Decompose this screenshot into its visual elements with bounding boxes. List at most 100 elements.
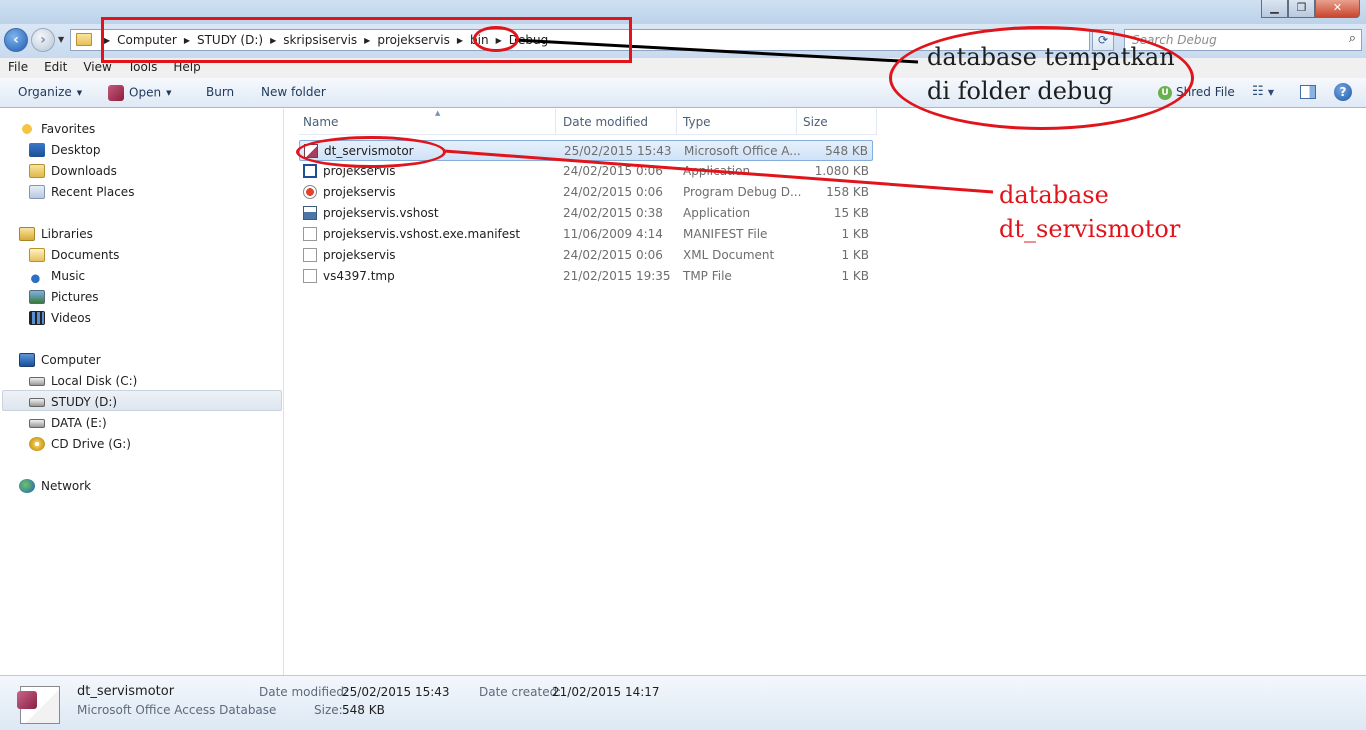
nav-data-e-label: DATA (E:) xyxy=(51,416,107,430)
preview-pane-button[interactable] xyxy=(1300,85,1316,99)
close-button[interactable]: ✕ xyxy=(1315,0,1360,18)
details-size-label: Size: xyxy=(314,703,343,717)
file-row[interactable]: vs4397.tmp 21/02/2015 19:35 TMP File 1 K… xyxy=(299,266,873,287)
recent-pages-chevron-icon[interactable]: ▼ xyxy=(58,35,64,44)
nav-computer[interactable]: Computer xyxy=(19,350,101,370)
xml-file-icon xyxy=(303,248,317,262)
burn-button[interactable]: Burn xyxy=(206,85,234,99)
views-icon: ☷ xyxy=(1252,84,1264,99)
nav-pictures[interactable]: Pictures xyxy=(29,287,99,307)
chevron-down-icon: ▼ xyxy=(1267,88,1274,97)
new-folder-button[interactable]: New folder xyxy=(261,85,326,99)
star-icon xyxy=(19,122,35,136)
downloads-folder-icon xyxy=(29,164,45,178)
nav-local-disk-c-label: Local Disk (C:) xyxy=(51,374,138,388)
nav-favorites[interactable]: Favorites xyxy=(19,119,95,139)
file-row[interactable]: projekservis 24/02/2015 0:06 Program Deb… xyxy=(299,182,873,203)
column-date-modified[interactable]: Date modified xyxy=(563,115,648,129)
open-label: Open xyxy=(129,85,162,100)
file-type: XML Document xyxy=(683,248,775,262)
maximize-button[interactable]: ❐ xyxy=(1288,0,1315,18)
nav-music[interactable]: Music xyxy=(29,266,85,286)
back-button[interactable]: ‹ xyxy=(4,28,28,52)
details-date-created-label: Date created: xyxy=(479,685,562,699)
file-size: 158 KB xyxy=(826,185,869,199)
nav-study-d[interactable]: STUDY (D:) xyxy=(29,392,117,412)
nav-network[interactable]: Network xyxy=(19,476,91,496)
chevron-down-icon[interactable]: ▼ xyxy=(166,89,171,97)
menu-edit[interactable]: Edit xyxy=(36,58,75,78)
nav-local-disk-c[interactable]: Local Disk (C:) xyxy=(29,371,137,391)
annotation-folder-note-line2: di folder debug xyxy=(927,77,1114,105)
access-db-icon xyxy=(17,686,60,724)
application-icon xyxy=(303,164,317,178)
access-app-icon xyxy=(108,85,124,101)
search-icon[interactable]: ⌕ xyxy=(1349,31,1356,46)
minimize-button[interactable]: ▁ xyxy=(1261,0,1288,18)
column-size[interactable]: Size xyxy=(803,115,828,129)
column-divider[interactable] xyxy=(676,109,677,135)
details-file-name: dt_servismotor xyxy=(77,684,175,699)
sort-ascending-icon: ▲ xyxy=(435,109,441,117)
nav-libraries-label: Libraries xyxy=(41,227,93,241)
hard-drive-icon xyxy=(29,376,45,386)
details-file-type: Microsoft Office Access Database xyxy=(77,703,277,717)
annotation-folder-note-line1: database tempatkan xyxy=(927,43,1175,71)
file-date: 24/02/2015 0:06 xyxy=(563,185,663,199)
file-icon xyxy=(303,269,317,283)
nav-desktop-label: Desktop xyxy=(51,143,101,157)
organize-label: Organize xyxy=(18,85,72,99)
computer-icon xyxy=(19,353,35,367)
file-date: 24/02/2015 0:06 xyxy=(563,248,663,262)
nav-network-label: Network xyxy=(41,479,92,493)
column-divider[interactable] xyxy=(555,109,556,135)
column-divider[interactable] xyxy=(876,109,877,135)
nav-data-e[interactable]: DATA (E:) xyxy=(29,413,107,433)
nav-cd-drive-g-label: CD Drive (G:) xyxy=(51,437,131,451)
network-globe-icon xyxy=(19,479,35,493)
nav-downloads[interactable]: Downloads xyxy=(29,161,117,181)
annotation-db-note-line2: dt_servismotor xyxy=(999,215,1181,243)
menu-file[interactable]: File xyxy=(0,58,36,78)
forward-button[interactable]: › xyxy=(31,28,55,52)
details-size: 548 KB xyxy=(342,703,385,717)
music-note-icon xyxy=(29,269,45,283)
open-button[interactable]: Open ▼ xyxy=(108,85,171,101)
file-type: Program Debug D... xyxy=(683,185,802,199)
nav-downloads-label: Downloads xyxy=(51,164,117,178)
pictures-icon xyxy=(29,290,45,304)
annotation-folder-note: database tempatkan di folder debug xyxy=(927,40,1175,108)
column-name[interactable]: Name xyxy=(303,115,338,129)
organize-button[interactable]: Organize ▼ xyxy=(18,85,82,99)
hard-drive-icon xyxy=(29,397,45,407)
details-date-modified: 25/02/2015 15:43 xyxy=(342,685,450,699)
file-date: 25/02/2015 15:43 xyxy=(564,144,672,158)
nav-study-d-label: STUDY (D:) xyxy=(51,395,118,409)
nav-cd-drive-g[interactable]: CD Drive (G:) xyxy=(29,434,131,454)
nav-documents[interactable]: Documents xyxy=(29,245,119,265)
help-button[interactable]: ? xyxy=(1334,83,1352,101)
file-name: projekservis xyxy=(323,248,396,262)
nav-libraries[interactable]: Libraries xyxy=(19,224,93,244)
libraries-icon xyxy=(19,227,35,241)
file-row[interactable]: projekservis.vshost 24/02/2015 0:38 Appl… xyxy=(299,203,873,224)
column-divider[interactable] xyxy=(796,109,797,135)
column-type[interactable]: Type xyxy=(683,115,711,129)
nav-pictures-label: Pictures xyxy=(51,290,99,304)
annotation-debug-circle xyxy=(473,26,519,52)
nav-favorites-label: Favorites xyxy=(41,122,96,136)
file-type: TMP File xyxy=(683,269,732,283)
nav-desktop[interactable]: Desktop xyxy=(29,140,101,160)
views-button[interactable]: ☷ ▼ xyxy=(1252,84,1274,99)
nav-videos[interactable]: Videos xyxy=(29,308,91,328)
window-controls: ▁ ❐ ✕ xyxy=(1261,0,1360,18)
file-row[interactable]: projekservis 24/02/2015 0:06 XML Documen… xyxy=(299,245,873,266)
annotation-db-note-line1: database xyxy=(999,181,1109,209)
nav-recent-places-label: Recent Places xyxy=(51,185,135,199)
file-row[interactable]: projekservis.vshost.exe.manifest 11/06/2… xyxy=(299,224,873,245)
file-date: 24/02/2015 0:38 xyxy=(563,206,663,220)
nav-recent-places[interactable]: Recent Places xyxy=(29,182,134,202)
documents-icon xyxy=(29,248,45,262)
file-type: Microsoft Office A... xyxy=(684,144,801,158)
file-size: 1 KB xyxy=(841,248,869,262)
